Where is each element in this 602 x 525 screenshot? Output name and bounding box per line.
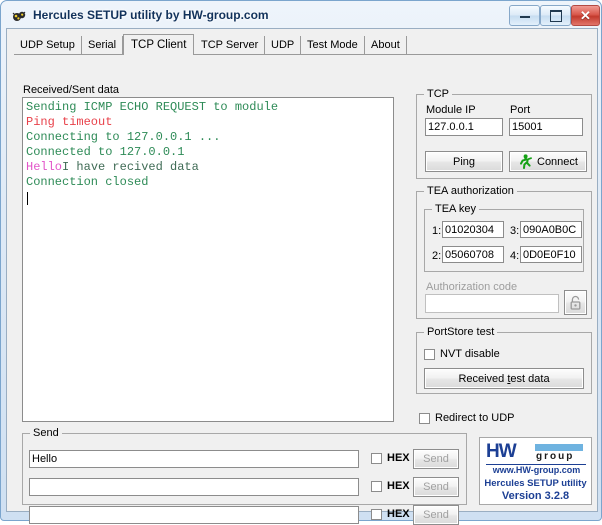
log-line: Connected to 127.0.0.1 (26, 145, 393, 160)
client-area: UDP Setup Serial TCP Client TCP Server UDP Te… (6, 28, 598, 525)
hercules-app-icon (11, 9, 27, 25)
tcp-group-legend: TCP (424, 88, 452, 100)
tea-key-1-label: 1: (432, 225, 442, 237)
tab-udp[interactable]: UDP (265, 36, 302, 54)
minimize-button[interactable] (509, 5, 540, 26)
received-test-data-label: Received test data (458, 372, 550, 385)
window-title: Hercules SETUP utility by HW-group.com (33, 8, 269, 22)
tea-key-3-input[interactable]: 090A0B0C (520, 221, 582, 238)
send-hex-label-2: HEX (387, 480, 410, 492)
text-caret (27, 192, 28, 205)
log-segment: Ping timeout (26, 115, 113, 129)
tab-serial[interactable]: Serial (82, 36, 124, 54)
tab-label: UDP (271, 39, 295, 51)
send-button-1[interactable]: Send (413, 449, 459, 469)
received-sent-data-output[interactable]: Sending ICMP ECHO REQUEST to module Ping … (22, 97, 394, 422)
send-group-legend: Send (30, 427, 62, 439)
authorization-code-input[interactable] (425, 294, 559, 313)
send-input-3[interactable] (29, 506, 359, 524)
maximize-icon (541, 6, 570, 25)
tea-key-legend: TEA key (432, 203, 479, 215)
log-segment: Connection closed (26, 175, 149, 189)
running-man-icon (518, 154, 532, 169)
tab-label: Serial (88, 39, 117, 51)
logo-group-text: group (536, 451, 575, 462)
logo-hw-text: HW (486, 441, 517, 462)
tab-strip-underline (14, 54, 592, 55)
tea-key-1-input[interactable]: 01020304 (442, 221, 504, 238)
minimize-icon (510, 6, 539, 25)
log-line: Sending ICMP ECHO REQUEST to module (26, 100, 393, 115)
tea-key-2-input[interactable]: 05060708 (442, 246, 504, 263)
redirect-to-udp-checkbox[interactable] (419, 413, 430, 424)
log-segment: Hello (26, 160, 63, 174)
log-segment: Sending ICMP ECHO REQUEST to module (26, 100, 279, 114)
accel-underline: t (507, 372, 511, 385)
log-line-container: Sending ICMP ECHO REQUEST to module Ping … (26, 100, 393, 190)
close-icon: ✕ (580, 8, 591, 23)
tab-test-mode[interactable]: Test Mode (301, 36, 365, 54)
send-hex-checkbox-1[interactable] (371, 453, 382, 464)
title-bar[interactable]: Hercules SETUP utility by HW-group.com ✕ (6, 5, 600, 28)
tab-label: TCP Client (131, 39, 187, 51)
tea-key-3-label: 3: (510, 225, 520, 237)
send-input-2[interactable] (29, 478, 359, 496)
tab-udp-setup[interactable]: UDP Setup (14, 36, 82, 54)
nvt-disable-label: NVT disable (440, 348, 500, 360)
authorization-lock-button[interactable] (564, 290, 587, 315)
log-segment: Connected to 127.0.0.1 (26, 145, 185, 159)
logo-url: www.HW-group.com (492, 465, 581, 475)
maximize-button[interactable] (540, 5, 571, 26)
window-frame-inner: Hercules SETUP utility by HW-group.com ✕… (6, 5, 600, 525)
send-hex-label-3: HEX (387, 508, 410, 520)
send-button-3[interactable]: Send (413, 505, 459, 525)
logo-version: Version 3.2.8 (501, 490, 570, 502)
redirect-to-udp-label: Redirect to UDP (435, 412, 515, 424)
log-line: Connection closed (26, 175, 393, 190)
tab-label: Test Mode (307, 39, 358, 51)
module-ip-label: Module IP (426, 104, 476, 116)
log-segment: I have recived data (62, 160, 199, 174)
received-test-data-button[interactable]: Received test data (424, 368, 584, 389)
logo-product-name: Hercules SETUP utility (484, 478, 587, 489)
close-button[interactable]: ✕ (571, 5, 600, 26)
tea-key-4-label: 4: (510, 250, 520, 262)
tab-tcp-client[interactable]: TCP Client (123, 34, 195, 55)
port-label: Port (510, 104, 531, 116)
tea-authorization-legend: TEA authorization (424, 185, 517, 197)
tea-key-4-input[interactable]: 0D0E0F10 (520, 246, 582, 263)
connect-button-label: Connect (537, 155, 578, 168)
tab-about[interactable]: About (365, 36, 407, 54)
port-input[interactable]: 15001 (509, 118, 583, 136)
tab-label: About (371, 39, 400, 51)
authorization-code-label: Authorization code (426, 281, 518, 293)
hw-group-logo-panel: HW group www.HW-group.com Hercules SETUP… (479, 437, 592, 505)
ping-button[interactable]: Ping (425, 151, 503, 172)
send-button-2[interactable]: Send (413, 477, 459, 497)
send-input-1[interactable]: Hello (29, 450, 359, 468)
nvt-disable-checkbox[interactable] (424, 349, 435, 360)
log-line: Ping timeout (26, 115, 393, 130)
tab-strip: UDP Setup Serial TCP Client TCP Server UDP Te… (14, 34, 592, 55)
log-segment: Connecting to 127.0.0.1 ... (26, 130, 221, 144)
send-hex-checkbox-2[interactable] (371, 481, 382, 492)
connect-button[interactable]: Connect (509, 151, 587, 172)
send-hex-label-1: HEX (387, 452, 410, 464)
portstore-test-legend: PortStore test (424, 326, 498, 338)
application-window: Hercules SETUP utility by HW-group.com ✕… (0, 0, 602, 525)
send-hex-checkbox-3[interactable] (371, 509, 382, 520)
tab-label: TCP Server (201, 39, 259, 51)
received-sent-data-label: Received/Sent data (23, 84, 120, 96)
tea-key-2-label: 2: (432, 250, 442, 262)
tab-tcp-server[interactable]: TCP Server (195, 36, 266, 54)
tab-label: UDP Setup (20, 39, 75, 51)
log-line: HelloI have recived data (26, 160, 393, 175)
logo-blue-bar (535, 444, 583, 451)
log-line: Connecting to 127.0.0.1 ... (26, 130, 393, 145)
padlock-icon (569, 295, 582, 310)
module-ip-input[interactable]: 127.0.0.1 (425, 118, 503, 136)
